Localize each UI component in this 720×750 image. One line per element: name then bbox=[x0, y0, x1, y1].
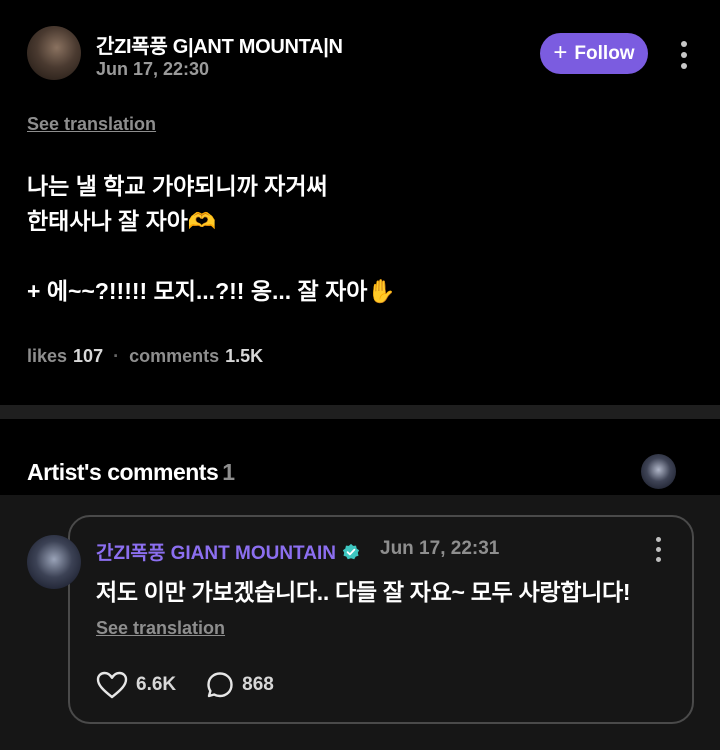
comment-author[interactable]: 간ZI폭풍 GIANT MOUNTAIN bbox=[96, 538, 360, 565]
post-line: 나는 낼 학교 가야되니까 자거써 bbox=[27, 173, 328, 199]
like-count: 6.6K bbox=[136, 674, 177, 695]
comments-label: comments bbox=[129, 346, 220, 366]
likes-count[interactable]: 107 bbox=[73, 346, 103, 367]
like-button[interactable]: 6.6K bbox=[96, 671, 176, 699]
more-icon[interactable] bbox=[655, 537, 661, 562]
author-avatar[interactable] bbox=[27, 26, 81, 80]
post-timestamp: Jun 17, 22:30 bbox=[96, 59, 210, 79]
artist-mini-avatar[interactable] bbox=[641, 454, 676, 489]
artist-comments-title: Artist's comments 1 bbox=[27, 459, 235, 486]
section-divider bbox=[0, 405, 720, 419]
artist-comments-label: Artist's comments bbox=[27, 459, 219, 485]
plus-icon: + bbox=[553, 38, 568, 66]
comments-area: 간ZI폭풍 GIANT MOUNTAIN Jun 17, 22:31 저도 이만… bbox=[0, 495, 720, 750]
reply-icon bbox=[207, 672, 233, 698]
post-line: 한태사나 잘 자아🫶 bbox=[27, 208, 217, 234]
post: 간ZI폭풍 G|ANT MOUNTA|N Jun 17, 22:30 + Fol… bbox=[0, 0, 720, 405]
see-translation-link[interactable]: See translation bbox=[96, 618, 225, 639]
post-author-name[interactable]: 간ZI폭풍 G|ANT MOUNTA|N bbox=[96, 30, 343, 59]
comment-text: 저도 이만 가보겠습니다.. 다들 잘 자요~ 모두 사랑합니다! bbox=[96, 579, 631, 605]
post-line bbox=[27, 239, 396, 274]
artist-comments-count: 1 bbox=[222, 459, 235, 485]
reply-count: 868 bbox=[242, 674, 274, 695]
more-icon[interactable] bbox=[681, 41, 687, 69]
likes-label: likes bbox=[27, 346, 68, 366]
post-stats: likes 107 · comments 1.5K bbox=[27, 346, 263, 367]
post-body: 나는 낼 학교 가야되니까 자거써 한태사나 잘 자아🫶 + 에~~?!!!!!… bbox=[27, 169, 396, 309]
stats-separator: · bbox=[113, 346, 120, 366]
comment-actions: 6.6K 868 bbox=[96, 671, 274, 699]
comments-count[interactable]: 1.5K bbox=[225, 346, 263, 367]
comment-timestamp: Jun 17, 22:31 bbox=[380, 538, 500, 559]
verified-icon bbox=[342, 543, 360, 559]
reply-button[interactable]: 868 bbox=[206, 671, 274, 699]
comment-author-avatar[interactable] bbox=[27, 535, 81, 589]
artist-comments-header: Artist's comments 1 bbox=[0, 419, 720, 495]
post-line: + 에~~?!!!!! 모지...?!! 옹... 잘 자아✋ bbox=[27, 278, 397, 304]
follow-button[interactable]: + Follow bbox=[540, 33, 648, 74]
see-translation-link[interactable]: See translation bbox=[27, 114, 156, 135]
comment-author-name: 간ZI폭풍 GIANT MOUNTAIN bbox=[96, 543, 336, 564]
heart-icon bbox=[96, 671, 128, 699]
follow-label: Follow bbox=[574, 42, 635, 64]
